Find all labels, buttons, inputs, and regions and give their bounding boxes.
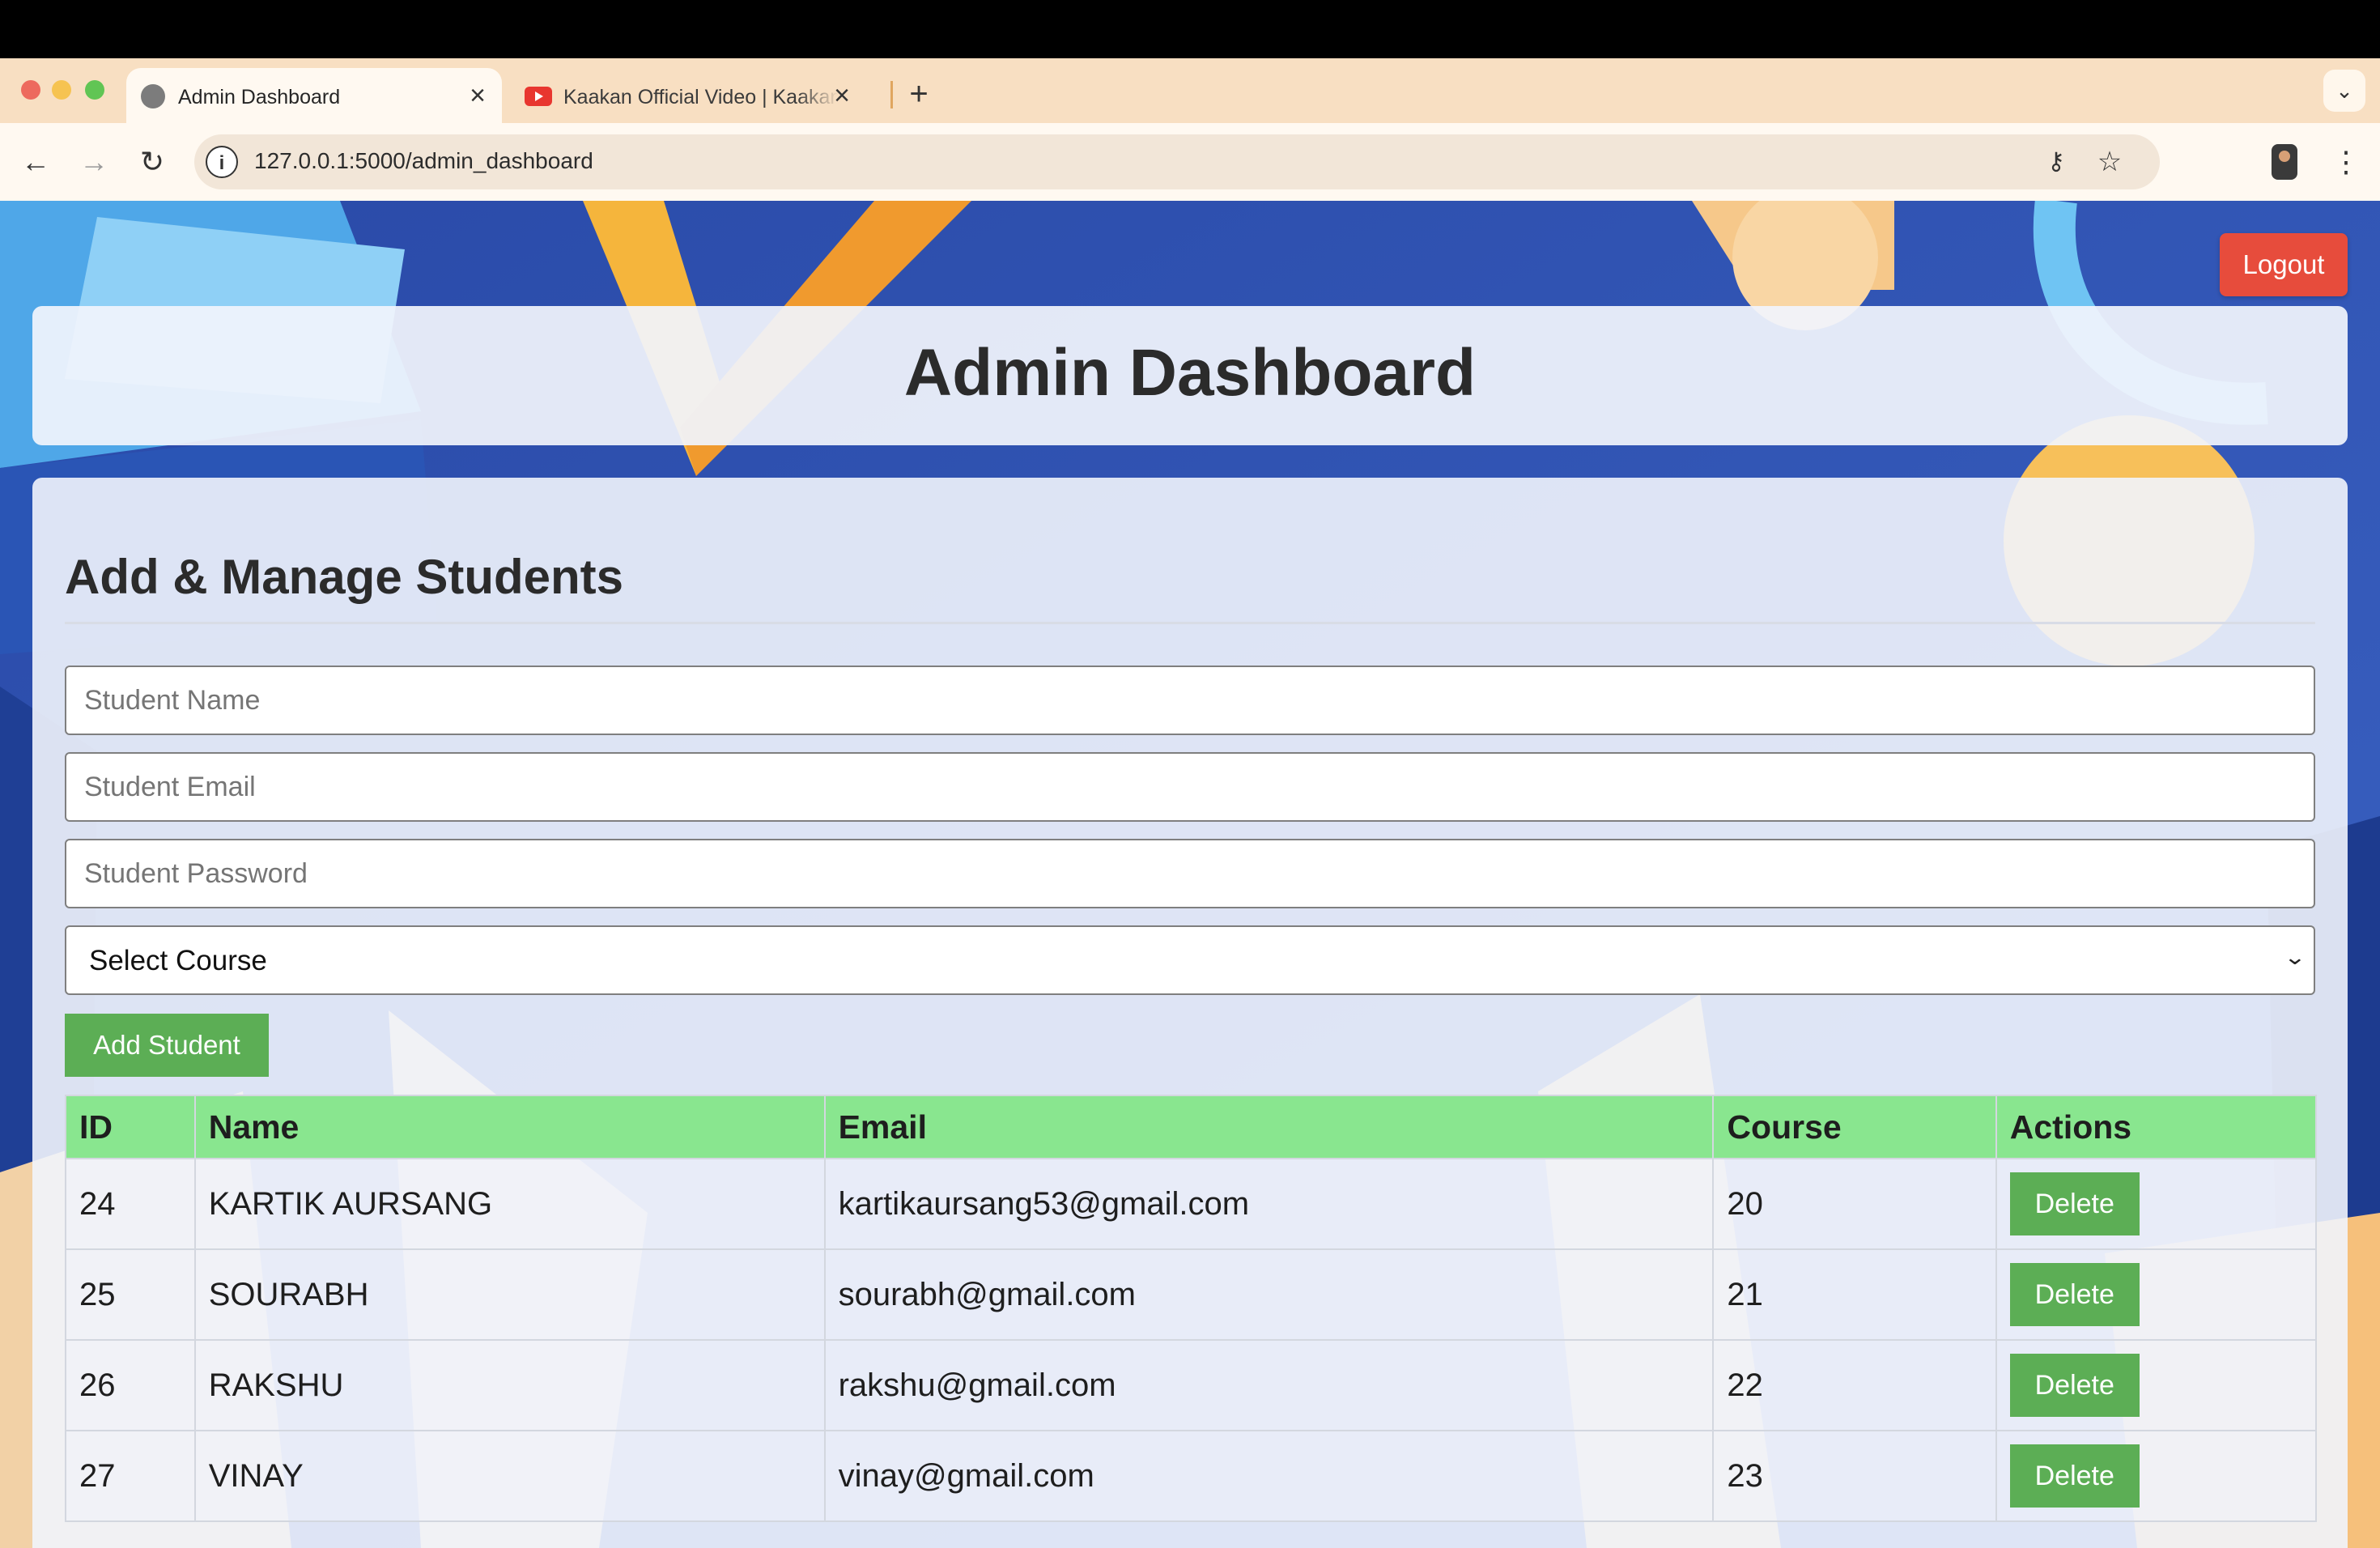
- close-icon[interactable]: ×: [463, 81, 492, 110]
- course-select[interactable]: Select Course ⌄: [65, 925, 2315, 995]
- cell-id: 25: [65, 1248, 196, 1341]
- cell-actions: Delete: [1995, 1158, 2318, 1250]
- cell-actions: Delete: [1995, 1430, 2318, 1522]
- profile-avatar[interactable]: [2272, 144, 2297, 180]
- column-header-email: Email: [823, 1095, 1715, 1159]
- delete-button[interactable]: Delete: [2009, 1354, 2140, 1417]
- globe-icon: [141, 84, 165, 108]
- table-row: 27 VINAY vinay@gmail.com 23 Delete: [65, 1430, 2318, 1522]
- column-header-course: Course: [1712, 1095, 1997, 1159]
- more-menu-icon[interactable]: ⋮: [2331, 142, 2361, 181]
- cell-email: sourabh@gmail.com: [823, 1248, 1715, 1341]
- tab-search-button[interactable]: ⌄: [2323, 70, 2365, 112]
- cell-email: vinay@gmail.com: [823, 1430, 1715, 1522]
- close-icon[interactable]: ×: [827, 81, 856, 110]
- column-header-id: ID: [65, 1095, 196, 1159]
- page-viewport: Logout Admin Dashboard Add & Manage Stud…: [0, 201, 2380, 1548]
- cell-id: 27: [65, 1430, 196, 1522]
- cell-email: rakshu@gmail.com: [823, 1339, 1715, 1431]
- section-title: Add & Manage Students: [65, 550, 624, 604]
- site-info-icon[interactable]: i: [206, 146, 238, 178]
- cell-id: 26: [65, 1339, 196, 1431]
- cell-name: KARTIK AURSANG: [193, 1158, 826, 1250]
- section-divider: [65, 622, 2315, 624]
- students-table: ID Name Email Course Actions 24 KARTIK A…: [65, 1095, 2318, 1522]
- tab-divider: [890, 81, 893, 108]
- bookmark-star-icon[interactable]: ☆: [2093, 146, 2126, 178]
- cell-email: kartikaursang53@gmail.com: [823, 1158, 1715, 1250]
- delete-button[interactable]: Delete: [2009, 1172, 2140, 1235]
- cell-name: VINAY: [193, 1430, 826, 1522]
- cell-course: 22: [1712, 1339, 1997, 1431]
- add-student-button[interactable]: Add Student: [65, 1014, 269, 1077]
- table-header-row: ID Name Email Course Actions: [65, 1095, 2318, 1159]
- table-row: 24 KARTIK AURSANG kartikaursang53@gmail.…: [65, 1158, 2318, 1250]
- back-arrow-icon[interactable]: ←: [16, 142, 55, 181]
- reload-icon[interactable]: ↻: [133, 142, 172, 181]
- table-row: 25 SOURABH sourabh@gmail.com 21 Delete: [65, 1248, 2318, 1341]
- cell-id: 24: [65, 1158, 196, 1250]
- column-header-actions: Actions: [1995, 1095, 2318, 1159]
- chevron-down-icon: ⌄: [2283, 945, 2307, 969]
- cell-name: RAKSHU: [193, 1339, 826, 1431]
- cell-course: 21: [1712, 1248, 1997, 1341]
- window-zoom-button[interactable]: [85, 80, 104, 100]
- page-title: Admin Dashboard: [903, 336, 1477, 410]
- manage-students-card: Add & Manage Students Select Course ⌄ Ad…: [32, 478, 2348, 1548]
- macos-menu-bar: [0, 0, 2380, 58]
- delete-button[interactable]: Delete: [2009, 1444, 2140, 1508]
- tab-title: Kaakan Official Video | Kaakan: [563, 86, 839, 108]
- cell-course: 20: [1712, 1158, 1997, 1250]
- url-text[interactable]: 127.0.0.1:5000/admin_dashboard: [254, 148, 593, 174]
- window-minimize-button[interactable]: [52, 80, 71, 100]
- header-card: Admin Dashboard: [32, 306, 2348, 445]
- tab-kaakan-video[interactable]: Kaakan Official Video | Kaakan ×: [508, 68, 889, 123]
- cell-name: SOURABH: [193, 1248, 826, 1341]
- tab-title: Admin Dashboard: [178, 86, 341, 108]
- new-tab-button[interactable]: +: [900, 76, 937, 113]
- student-password-input[interactable]: [65, 839, 2315, 908]
- student-name-input[interactable]: [65, 666, 2315, 735]
- course-select-value: Select Course: [89, 945, 267, 976]
- cell-course: 23: [1712, 1430, 1997, 1522]
- column-header-name: Name: [193, 1095, 826, 1159]
- delete-button[interactable]: Delete: [2009, 1263, 2140, 1326]
- cell-actions: Delete: [1995, 1339, 2318, 1431]
- cell-actions: Delete: [1995, 1248, 2318, 1341]
- key-icon[interactable]: ⚷: [2040, 147, 2072, 176]
- table-row: 26 RAKSHU rakshu@gmail.com 22 Delete: [65, 1339, 2318, 1431]
- window-close-button[interactable]: [21, 80, 40, 100]
- logout-button[interactable]: Logout: [2220, 233, 2348, 296]
- student-email-input[interactable]: [65, 752, 2315, 822]
- forward-arrow-icon[interactable]: →: [74, 142, 113, 181]
- browser-tab-strip: Admin Dashboard × Kaakan Official Video …: [0, 58, 2380, 123]
- tab-admin-dashboard[interactable]: Admin Dashboard ×: [126, 68, 502, 123]
- address-bar[interactable]: i 127.0.0.1:5000/admin_dashboard ⚷ ☆: [194, 134, 2160, 189]
- browser-toolbar: ← → ↻ i 127.0.0.1:5000/admin_dashboard ⚷…: [0, 123, 2380, 201]
- youtube-icon: [525, 87, 552, 106]
